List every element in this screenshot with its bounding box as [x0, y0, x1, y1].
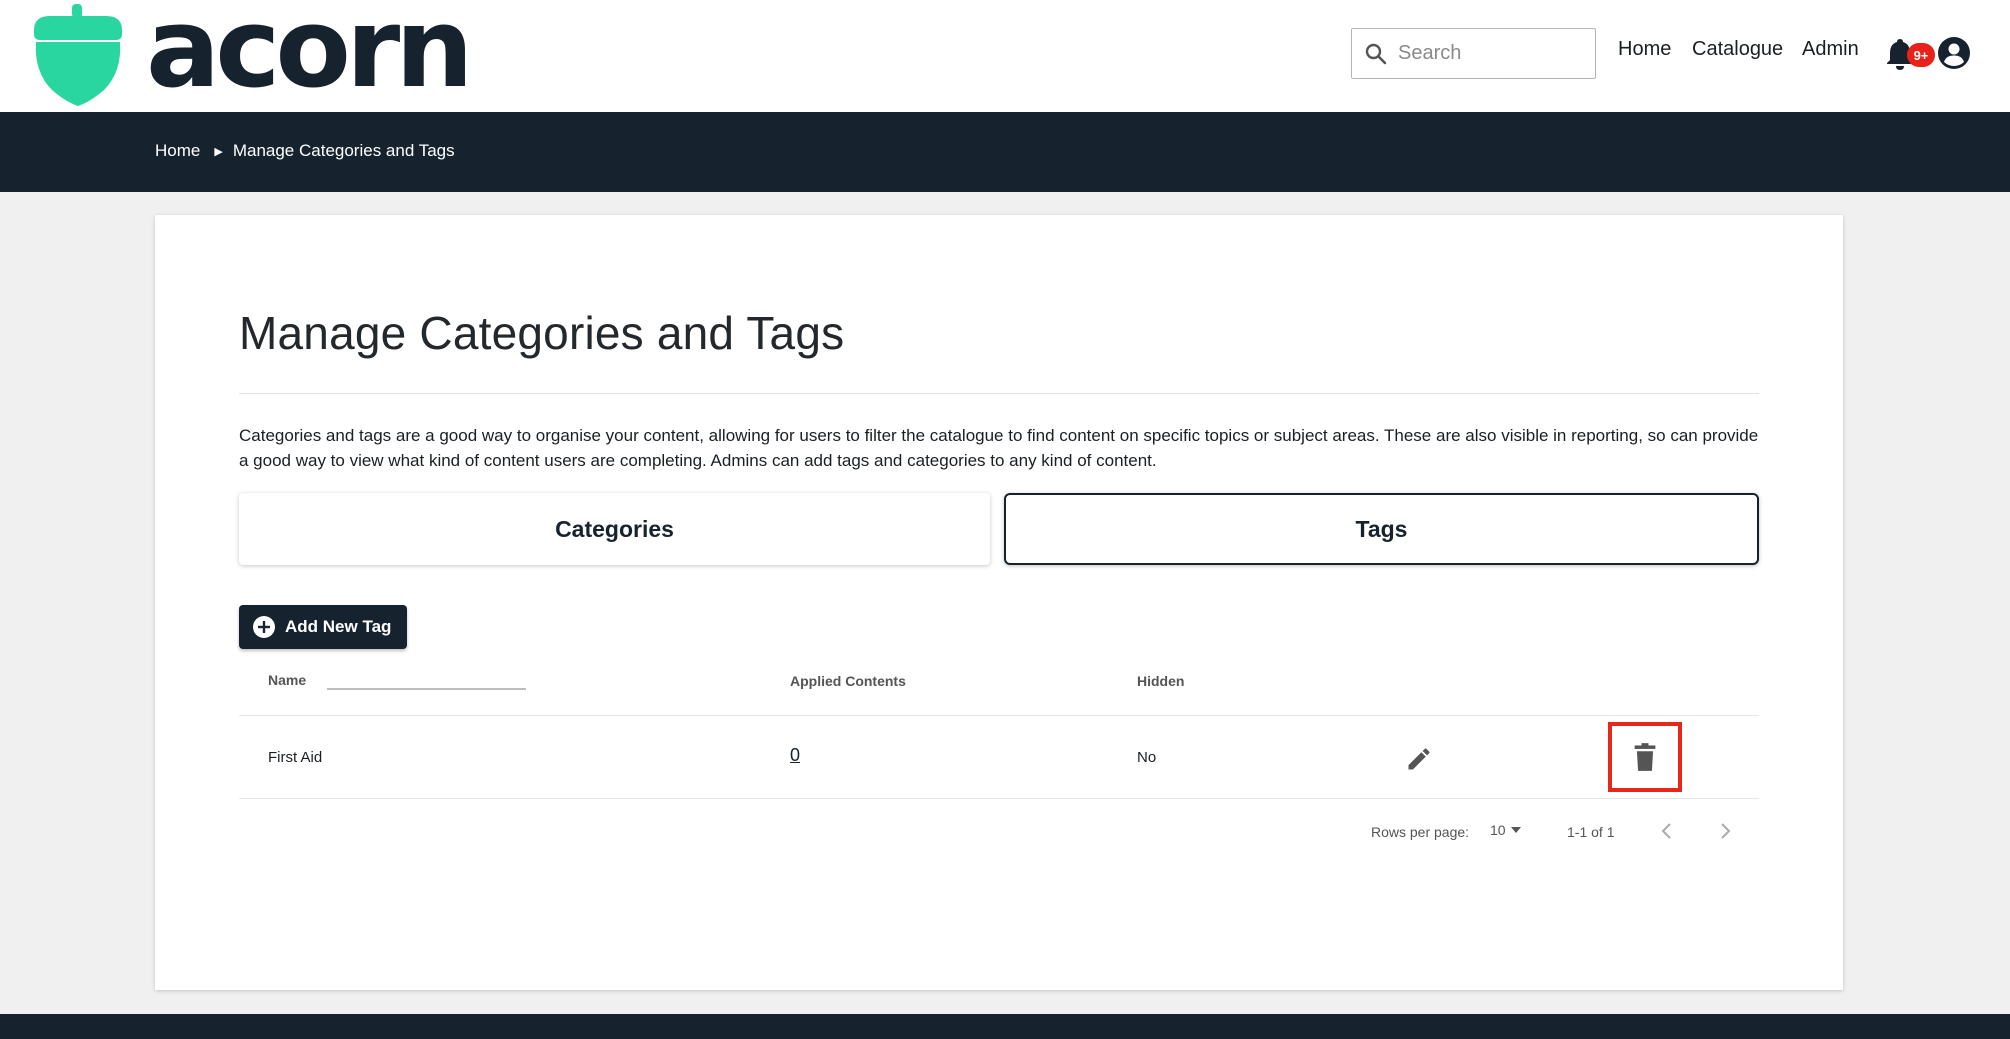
add-new-tag-button[interactable]: Add New Tag — [239, 605, 407, 649]
add-new-tag-label: Add New Tag — [285, 617, 392, 636]
page-title: Manage Categories and Tags — [239, 307, 845, 359]
nav-catalogue-link[interactable]: Catalogue — [1692, 38, 1783, 61]
breadcrumb: Home ▶ Manage Categories and Tags — [155, 141, 455, 161]
page-description: Categories and tags are a good way to or… — [239, 426, 1759, 470]
nav-home-link[interactable]: Home — [1618, 38, 1671, 61]
notification-badge: 9+ — [1907, 43, 1935, 67]
header-row-divider — [239, 715, 1759, 716]
caret-down-icon — [1510, 827, 1521, 833]
column-header-applied-contents[interactable]: Applied Contents — [790, 673, 906, 689]
hidden-cell: No — [1137, 749, 1157, 766]
main-card: Manage Categories and Tags Categories an… — [155, 215, 1843, 990]
trash-icon — [1634, 743, 1656, 771]
chevron-right-icon — [1721, 823, 1731, 839]
name-filter-input[interactable] — [327, 688, 526, 690]
column-header-hidden[interactable]: Hidden — [1137, 673, 1184, 689]
search-input[interactable] — [1398, 42, 1578, 65]
footer — [0, 1014, 2010, 1039]
add-circle-icon — [253, 616, 275, 638]
logo-wordmark: acorn — [146, 0, 474, 112]
breadcrumb-home[interactable]: Home — [155, 141, 200, 161]
top-header: acorn Home Catalogue Admin 9+ — [0, 0, 2010, 112]
search-box[interactable] — [1351, 28, 1596, 79]
row-divider — [239, 798, 1759, 799]
next-page-button[interactable] — [1712, 818, 1738, 844]
account-icon[interactable] — [1938, 37, 1970, 69]
edit-pencil-icon[interactable] — [1405, 745, 1433, 773]
acorn-logo[interactable]: acorn — [28, 0, 474, 112]
column-header-name[interactable]: Name — [268, 672, 306, 688]
rows-per-page-value: 10 — [1490, 822, 1506, 838]
search-icon — [1365, 43, 1387, 64]
rows-per-page-select[interactable]: 10 — [1490, 822, 1522, 838]
breadcrumb-current: Manage Categories and Tags — [232, 141, 455, 160]
tag-name-cell: First Aid — [268, 749, 323, 766]
breadcrumb-bar: Home ▶ Manage Categories and Tags — [0, 112, 2010, 192]
previous-page-button[interactable] — [1654, 818, 1680, 844]
acorn-logo-icon — [34, 4, 122, 106]
pagination-range: 1-1 of 1 — [1567, 824, 1615, 840]
nav-admin-link[interactable]: Admin — [1802, 38, 1859, 61]
tab-tags[interactable]: Tags — [1004, 493, 1759, 565]
rows-per-page-label: Rows per page: — [1371, 824, 1470, 840]
chevron-left-icon — [1661, 823, 1671, 839]
applied-contents-link[interactable]: 0 — [790, 745, 800, 766]
tab-categories[interactable]: Categories — [239, 493, 990, 565]
delete-tag-button[interactable] — [1608, 722, 1682, 792]
breadcrumb-separator-icon: ▶ — [214, 145, 223, 158]
title-divider — [239, 393, 1759, 394]
